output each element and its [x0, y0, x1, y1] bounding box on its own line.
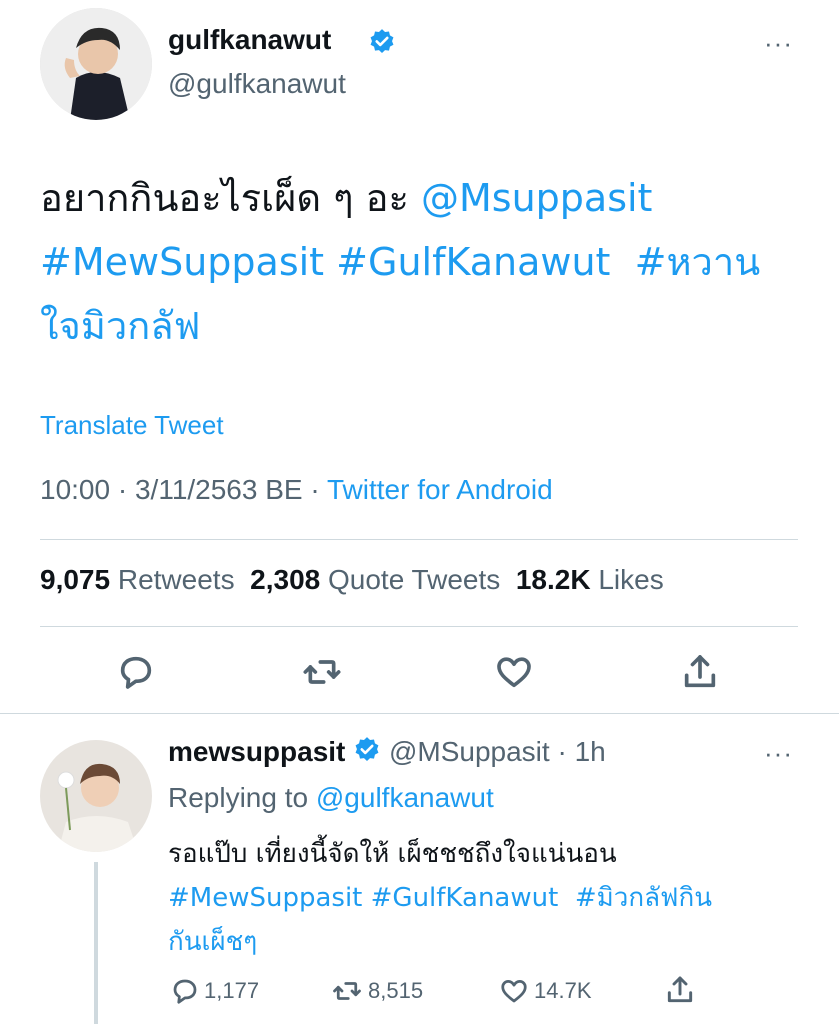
verified-badge-icon	[368, 28, 396, 61]
hashtag-link[interactable]: #MewSuppasit	[168, 883, 362, 913]
reply-count: 1,177	[204, 978, 260, 1003]
tweet-timestamp: 10:00 · 3/11/2563 BE · Twitter for Andro…	[40, 474, 553, 505]
verified-badge-icon	[353, 736, 381, 771]
hashtag-link[interactable]: #MewSuppasit	[40, 240, 324, 284]
more-options-icon[interactable]: ···	[764, 28, 793, 59]
thread-line	[94, 862, 98, 1024]
reply-icon[interactable]	[116, 652, 156, 697]
reply-like-button[interactable]: 14.7K	[498, 976, 592, 1006]
divider	[40, 539, 798, 540]
translate-tweet-link[interactable]: Translate Tweet	[40, 410, 224, 441]
reply-author-avatar[interactable]	[40, 740, 152, 852]
reply-more-options-icon[interactable]: ···	[764, 738, 793, 769]
reply-age[interactable]: 1h	[575, 736, 606, 767]
reply-reply-button[interactable]: 1,177	[170, 976, 259, 1006]
hashtag-link[interactable]: #หวาน	[635, 240, 761, 284]
tweet-source-link[interactable]: Twitter for Android	[327, 474, 553, 505]
author-name[interactable]: gulfkanawut	[168, 24, 331, 56]
reply-text-line: รอแป๊บ เที่ยงนี้จัดให้ เผ็ชชชถึงใจแน่นอน	[168, 839, 617, 869]
reply-share-icon[interactable]	[664, 974, 696, 1011]
retweets-stat[interactable]: 9,075 Retweets	[40, 564, 235, 595]
reply-text: รอแป๊บ เที่ยงนี้จัดให้ เผ็ชชชถึงใจแน่นอน…	[168, 832, 808, 964]
quote-tweets-stat[interactable]: 2,308 Quote Tweets	[250, 564, 500, 595]
share-icon[interactable]	[680, 652, 720, 697]
retweet-icon[interactable]	[302, 652, 342, 697]
tweet-stats: 9,075 Retweets 2,308 Quote Tweets 18.2K …	[40, 564, 664, 596]
divider	[40, 626, 798, 627]
hashtag-link[interactable]: #มิวกลัฟกิน	[575, 883, 712, 913]
replying-to-handle-link[interactable]: @gulfkanawut	[316, 782, 494, 813]
hashtag-link-continued[interactable]: กันเผ็ชๆ	[168, 927, 257, 957]
like-count: 14.7K	[534, 978, 592, 1003]
like-icon	[501, 980, 527, 1003]
tweet-text: อยากกินอะไรเผ็ด ๆ อะ @Msuppasit #MewSupp…	[40, 166, 810, 358]
reply-retweet-button[interactable]: 8,515	[330, 976, 423, 1006]
like-icon[interactable]	[494, 652, 534, 697]
retweet-count: 8,515	[368, 978, 424, 1003]
section-divider	[0, 713, 839, 714]
hashtag-link-continued[interactable]: ใจมิวกลัฟ	[40, 304, 200, 348]
tweet-time[interactable]: 10:00	[40, 474, 110, 505]
replying-to: Replying to @gulfkanawut	[168, 782, 494, 814]
tweet-date[interactable]: 3/11/2563 BE	[135, 474, 303, 505]
reply-author-handle[interactable]: @MSuppasit	[389, 736, 550, 767]
hashtag-link[interactable]: #GulfKanawut	[336, 240, 610, 284]
author-handle[interactable]: @gulfkanawut	[168, 68, 346, 100]
mention-link[interactable]: @Msuppasit	[421, 176, 652, 220]
reply-icon	[173, 979, 197, 1004]
replying-to-label: Replying to	[168, 782, 309, 813]
likes-stat[interactable]: 18.2K Likes	[516, 564, 664, 595]
reply-author-name[interactable]: mewsuppasit	[168, 736, 345, 767]
tweet-text-plain: อยากกินอะไรเผ็ด ๆ อะ	[40, 176, 409, 220]
retweet-icon	[333, 982, 361, 1000]
hashtag-link[interactable]: #GulfKanawut	[371, 883, 559, 913]
reply-header: mewsuppasit @MSuppasit · 1h	[168, 736, 606, 771]
author-avatar[interactable]	[40, 8, 152, 120]
